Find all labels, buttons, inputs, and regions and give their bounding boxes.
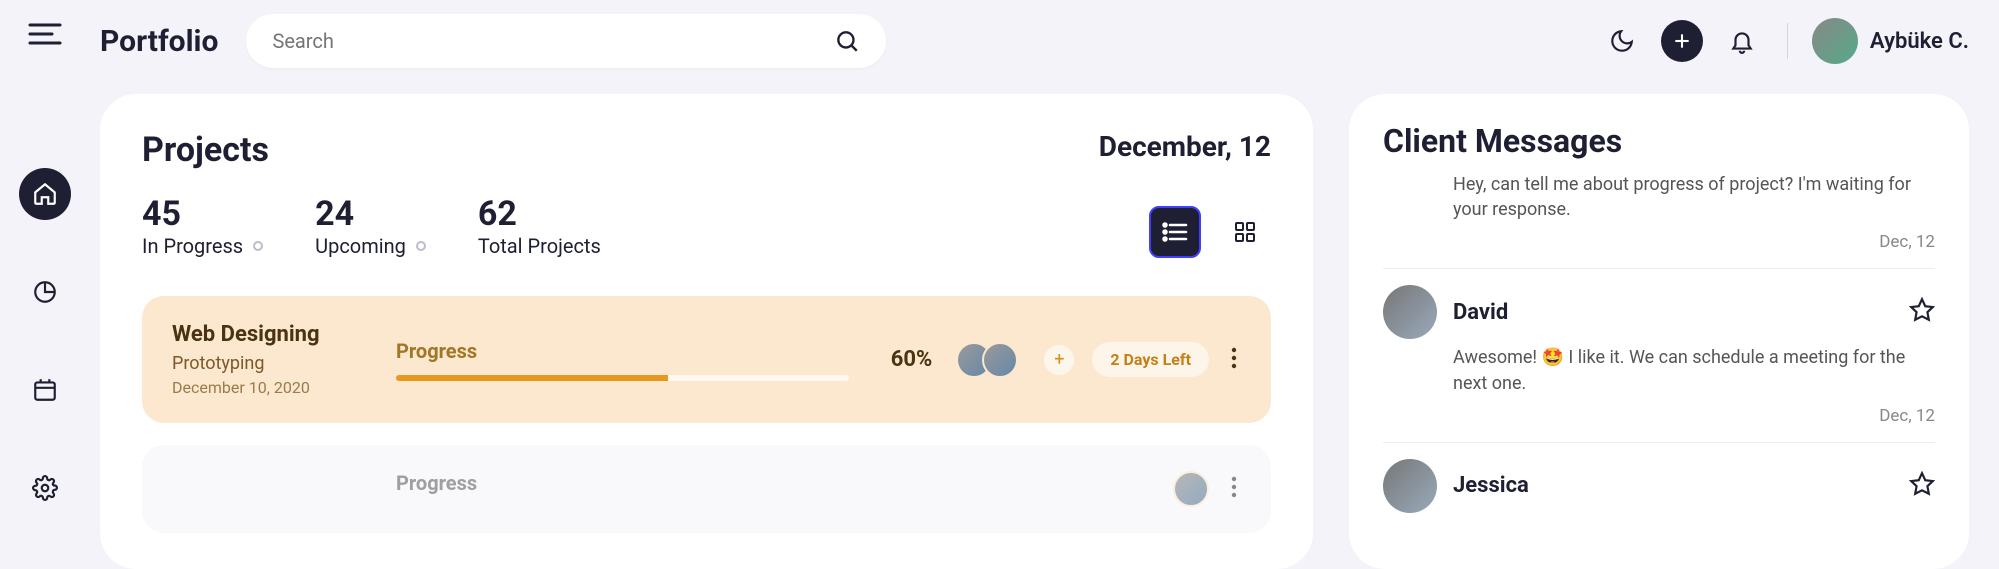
nav-settings[interactable] — [19, 462, 71, 514]
search-input[interactable] — [272, 29, 834, 53]
project-more-menu[interactable] — [1227, 343, 1241, 377]
star-icon — [1909, 297, 1935, 323]
assignee-avatar — [982, 342, 1018, 378]
search-icon[interactable] — [834, 28, 860, 54]
stat-total: 62 Total Projects — [478, 194, 601, 258]
stat-label: Upcoming — [315, 234, 406, 258]
moon-icon — [1609, 28, 1635, 54]
message-item[interactable]: David Awesome! 🤩 I like it. We can sched… — [1383, 269, 1935, 442]
project-more-menu[interactable] — [1227, 472, 1241, 506]
project-subtitle: Prototyping — [172, 353, 372, 374]
nav-calendar[interactable] — [19, 364, 71, 416]
list-icon — [1162, 222, 1188, 242]
dot-indicator — [253, 241, 263, 251]
projects-card: Projects December, 12 45 In Progress 24 … — [100, 94, 1313, 569]
stat-value: 24 — [315, 194, 426, 234]
user-name: Aybüke C. — [1870, 29, 1969, 54]
message-sender: Jessica — [1453, 473, 1529, 498]
dot-indicator — [416, 241, 426, 251]
home-icon — [32, 181, 58, 207]
hamburger-icon — [28, 22, 62, 46]
bell-icon — [1729, 28, 1755, 54]
projects-date: December, 12 — [1099, 130, 1271, 163]
user-avatar — [1812, 18, 1858, 64]
view-list-button[interactable] — [1149, 206, 1201, 258]
project-title: Web Designing — [172, 322, 372, 347]
progress-bar — [396, 375, 849, 381]
page-title: Portfolio — [100, 24, 218, 59]
messages-heading: Client Messages — [1383, 122, 1935, 160]
progress-percent: 60% — [891, 347, 933, 372]
star-button[interactable] — [1909, 471, 1935, 501]
project-date: December 10, 2020 — [172, 378, 372, 397]
more-vertical-icon — [1231, 347, 1237, 369]
menu-toggle[interactable] — [28, 22, 62, 50]
progress-label: Progress — [396, 339, 849, 363]
pie-chart-icon — [32, 279, 58, 305]
stat-label: In Progress — [142, 234, 243, 258]
star-button[interactable] — [1909, 297, 1935, 327]
message-body: Hey, can tell me about progress of proje… — [1453, 172, 1935, 222]
notifications[interactable] — [1721, 20, 1763, 62]
top-actions: Aybüke C. — [1601, 18, 1969, 64]
project-row[interactable]: Web Designing Prototyping December 10, 2… — [142, 296, 1271, 423]
message-avatar — [1383, 285, 1437, 339]
assignee-avatar — [1173, 471, 1209, 507]
stat-value: 62 — [478, 194, 601, 234]
message-avatar — [1383, 459, 1437, 513]
messages-card: Client Messages Hey, can tell me about p… — [1349, 94, 1969, 569]
plus-icon — [1672, 31, 1692, 51]
theme-toggle[interactable] — [1601, 20, 1643, 62]
stat-upcoming: 24 Upcoming — [315, 194, 426, 258]
progress-bar-fill — [396, 375, 668, 381]
projects-heading: Projects — [142, 130, 269, 170]
nav-home[interactable] — [19, 168, 71, 220]
stat-in-progress: 45 In Progress — [142, 194, 263, 258]
calendar-icon — [32, 377, 58, 403]
gear-icon — [32, 475, 58, 501]
add-button[interactable] — [1661, 20, 1703, 62]
topbar: Portfolio Aybüke C. — [90, 0, 1999, 82]
assignee-avatars — [956, 342, 1018, 378]
message-date: Dec, 12 — [1879, 232, 1935, 252]
days-left-badge: 2 Days Left — [1092, 342, 1209, 377]
sidebar — [0, 0, 90, 539]
progress-label: Progress — [396, 471, 1149, 495]
nav-analytics[interactable] — [19, 266, 71, 318]
stat-label: Total Projects — [478, 234, 601, 258]
star-icon — [1909, 471, 1935, 497]
message-body: Awesome! 🤩 I like it. We can schedule a … — [1453, 345, 1935, 395]
view-grid-button[interactable] — [1219, 206, 1271, 258]
message-item[interactable]: Jessica — [1383, 443, 1935, 529]
divider — [1787, 23, 1788, 59]
message-date: Dec, 12 — [1879, 406, 1935, 426]
grid-icon — [1233, 220, 1257, 244]
project-row[interactable]: . Progress — [142, 445, 1271, 533]
message-sender: David — [1453, 300, 1508, 325]
add-assignee-button[interactable]: + — [1044, 345, 1074, 375]
stat-value: 45 — [142, 194, 263, 234]
search-wrap — [246, 14, 886, 68]
user-menu[interactable]: Aybüke C. — [1812, 18, 1969, 64]
message-item[interactable]: Hey, can tell me about progress of proje… — [1383, 162, 1935, 269]
more-vertical-icon — [1231, 476, 1237, 498]
